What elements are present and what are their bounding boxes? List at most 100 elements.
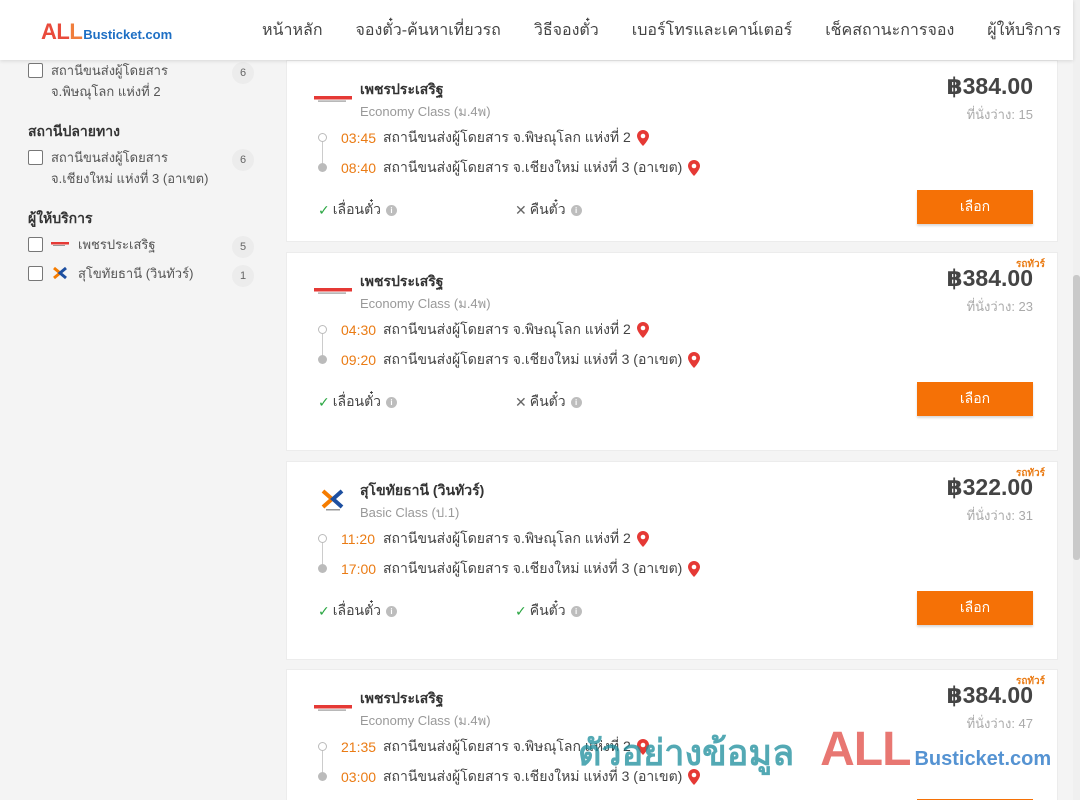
info-icon[interactable]: i xyxy=(386,605,398,617)
change-ticket-feature: ✓ เลื่อนตั๋ว i xyxy=(318,391,398,413)
nav-home[interactable]: หน้าหลัก xyxy=(262,18,323,43)
provider-filter-title: ผู้ให้บริการ xyxy=(28,210,93,226)
map-pin-icon[interactable] xyxy=(636,130,649,146)
scrollbar-thumb[interactable] xyxy=(1073,275,1080,560)
departure-time: 21:35 xyxy=(341,739,377,755)
site-logo[interactable]: ALL Busticket.com xyxy=(41,19,172,45)
wintour-logo-icon xyxy=(313,489,353,511)
refund-ticket-label: คืนตั๋ว xyxy=(529,602,566,618)
info-icon[interactable]: i xyxy=(570,396,582,408)
nav-book-search[interactable]: จองตั๋ว-ค้นหาเที่ยวรถ xyxy=(356,18,501,43)
change-ticket-feature: ✓ เลื่อนตั๋ว i xyxy=(318,600,398,622)
count-badge: 6 xyxy=(232,149,254,171)
departure-row: 11:20 สถานีขนส่งผู้โดยสาร จ.พิษณุโลก แห่… xyxy=(341,528,649,550)
arrival-row: 09:20 สถานีขนส่งผู้โดยสาร จ.เชียงใหม่ แห… xyxy=(341,349,701,371)
arrival-row: 03:00 สถานีขนส่งผู้โดยสาร จ.เชียงใหม่ แห… xyxy=(341,766,701,788)
info-icon[interactable]: i xyxy=(386,204,398,216)
operator-name: สุโขทัยธานี (วินทัวร์) xyxy=(360,482,485,498)
provider-checkbox[interactable] xyxy=(28,266,43,281)
map-pin-icon[interactable] xyxy=(636,739,649,755)
provider-label: เพชรประเสริฐ xyxy=(78,237,156,252)
departure-dot xyxy=(318,325,327,334)
select-trip-button[interactable]: เลือก xyxy=(917,591,1033,625)
nav-providers[interactable]: ผู้ให้บริการ xyxy=(987,18,1061,43)
nav-phone-counters[interactable]: เบอร์โทรและเคาน์เตอร์ xyxy=(632,18,792,43)
departure-time: 03:45 xyxy=(341,130,377,146)
page-scrollbar[interactable] xyxy=(1073,0,1080,800)
filter-provider-item[interactable]: เพชรประเสริฐ 5 xyxy=(28,234,258,258)
select-trip-button[interactable]: เลือก xyxy=(917,190,1033,224)
info-icon[interactable]: i xyxy=(570,204,582,216)
refund-ticket-feature: ✓ คืนตั๋ว i xyxy=(515,600,582,622)
filter-provider-item[interactable]: สุโขทัยธานี (วินทัวร์) 1 xyxy=(28,263,258,287)
arrival-dot xyxy=(318,355,327,364)
origin-label-line1: สถานีขนส่งผู้โดยสาร xyxy=(51,63,168,78)
arrival-station: สถานีขนส่งผู้โดยสาร จ.เชียงใหม่ แห่งที่ … xyxy=(383,159,683,175)
nav-check-booking[interactable]: เช็คสถานะการจอง xyxy=(825,18,954,43)
trip-price: ฿384.00 xyxy=(946,265,1033,291)
departure-station: สถานีขนส่งผู้โดยสาร จ.พิษณุโลก แห่งที่ 2 xyxy=(383,738,631,754)
arrival-time: 08:40 xyxy=(341,160,377,176)
departure-station: สถานีขนส่งผู้โดยสาร จ.พิษณุโลก แห่งที่ 2 xyxy=(383,129,631,145)
departure-time: 04:30 xyxy=(341,322,377,338)
arrival-station: สถานีขนส่งผู้โดยสาร จ.เชียงใหม่ แห่งที่ … xyxy=(383,768,683,784)
map-pin-icon[interactable] xyxy=(688,769,701,785)
map-pin-icon[interactable] xyxy=(688,352,701,368)
operator-name: เพชรประเสริฐ xyxy=(360,273,444,289)
seats-available: ที่นั่งว่าง: 15 xyxy=(966,107,1033,122)
info-icon[interactable]: i xyxy=(386,396,398,408)
filter-destination-item[interactable]: สถานีขนส่งผู้โดยสาร จ.เชียงใหม่ แห่งที่ … xyxy=(28,147,258,189)
change-ticket-label: เลื่อนตั๋ว xyxy=(332,201,382,217)
check-icon: ✓ xyxy=(515,602,527,619)
destination-checkbox[interactable] xyxy=(28,150,43,165)
cross-icon: ✕ xyxy=(515,393,527,410)
bus-class: Basic Class (ป.1) xyxy=(360,505,460,520)
arrival-time: 03:00 xyxy=(341,769,377,785)
arrival-row: 17:00 สถานีขนส่งผู้โดยสาร จ.เชียงใหม่ แห… xyxy=(341,558,701,580)
departure-dot xyxy=(318,133,327,142)
departure-time: 11:20 xyxy=(341,531,375,547)
origin-checkbox[interactable] xyxy=(28,63,43,78)
seats-available: ที่นั่งว่าง: 23 xyxy=(966,299,1033,314)
destination-label-line1: สถานีขนส่งผู้โดยสาร xyxy=(51,150,168,165)
nav-how-to-book[interactable]: วิธีจองตั๋ว xyxy=(534,18,599,43)
top-navbar: ALL Busticket.com หน้าหลัก จองตั๋ว-ค้นหา… xyxy=(0,0,1073,60)
trip-card: รถทัวร์ เพชรประเสริฐ Economy Class (ม.4พ… xyxy=(286,669,1058,800)
phetprasert-logo-icon xyxy=(50,237,70,251)
change-ticket-label: เลื่อนตั๋ว xyxy=(332,393,382,409)
count-badge: 5 xyxy=(232,236,254,258)
phetprasert-logo-icon xyxy=(313,282,353,300)
trip-price: ฿384.00 xyxy=(946,682,1033,708)
check-icon: ✓ xyxy=(318,393,330,410)
bus-class: Economy Class (ม.4พ) xyxy=(360,104,491,119)
departure-station: สถานีขนส่งผู้โดยสาร จ.พิษณุโลก แห่งที่ 2 xyxy=(383,530,631,546)
provider-checkbox[interactable] xyxy=(28,237,43,252)
filter-origin-item[interactable]: สถานีขนส่งผู้โดยสาร จ.พิษณุโลก แห่งที่ 2… xyxy=(28,60,258,102)
trip-price: ฿322.00 xyxy=(946,474,1033,500)
provider-label: สุโขทัยธานี (วินทัวร์) xyxy=(78,266,194,281)
departure-row: 21:35 สถานีขนส่งผู้โดยสาร จ.พิษณุโลก แห่… xyxy=(341,736,649,758)
map-pin-icon[interactable] xyxy=(688,561,701,577)
map-pin-icon[interactable] xyxy=(688,160,701,176)
arrival-dot xyxy=(318,772,327,781)
departure-dot xyxy=(318,742,327,751)
arrival-station: สถานีขนส่งผู้โดยสาร จ.เชียงใหม่ แห่งที่ … xyxy=(383,560,683,576)
info-icon[interactable]: i xyxy=(570,605,582,617)
select-trip-button[interactable]: เลือก xyxy=(917,382,1033,416)
arrival-station: สถานีขนส่งผู้โดยสาร จ.เชียงใหม่ แห่งที่ … xyxy=(383,351,683,367)
map-pin-icon[interactable] xyxy=(636,531,649,547)
refund-ticket-label: คืนตั๋ว xyxy=(529,393,566,409)
departure-station: สถานีขนส่งผู้โดยสาร จ.พิษณุโลก แห่งที่ 2 xyxy=(383,321,631,337)
refund-ticket-feature: ✕ คืนตั๋ว i xyxy=(515,199,582,221)
cross-icon: ✕ xyxy=(515,201,527,218)
map-pin-icon[interactable] xyxy=(636,322,649,338)
seats-available: ที่นั่งว่าง: 47 xyxy=(966,716,1033,731)
destination-filter-title: สถานีปลายทาง xyxy=(28,123,120,139)
departure-row: 04:30 สถานีขนส่งผู้โดยสาร จ.พิษณุโลก แห่… xyxy=(341,319,649,341)
origin-label-line2: จ.พิษณุโลก แห่งที่ 2 xyxy=(51,84,161,99)
arrival-time: 09:20 xyxy=(341,352,377,368)
phetprasert-logo-icon xyxy=(313,90,353,108)
seats-available: ที่นั่งว่าง: 31 xyxy=(966,508,1033,523)
trip-card: เพชรประเสริฐ Economy Class (ม.4พ) ฿384.0… xyxy=(286,60,1058,242)
trip-card: รถทัวร์ สุโขทัยธานี (วินทัวร์) Basic Cla… xyxy=(286,461,1058,660)
